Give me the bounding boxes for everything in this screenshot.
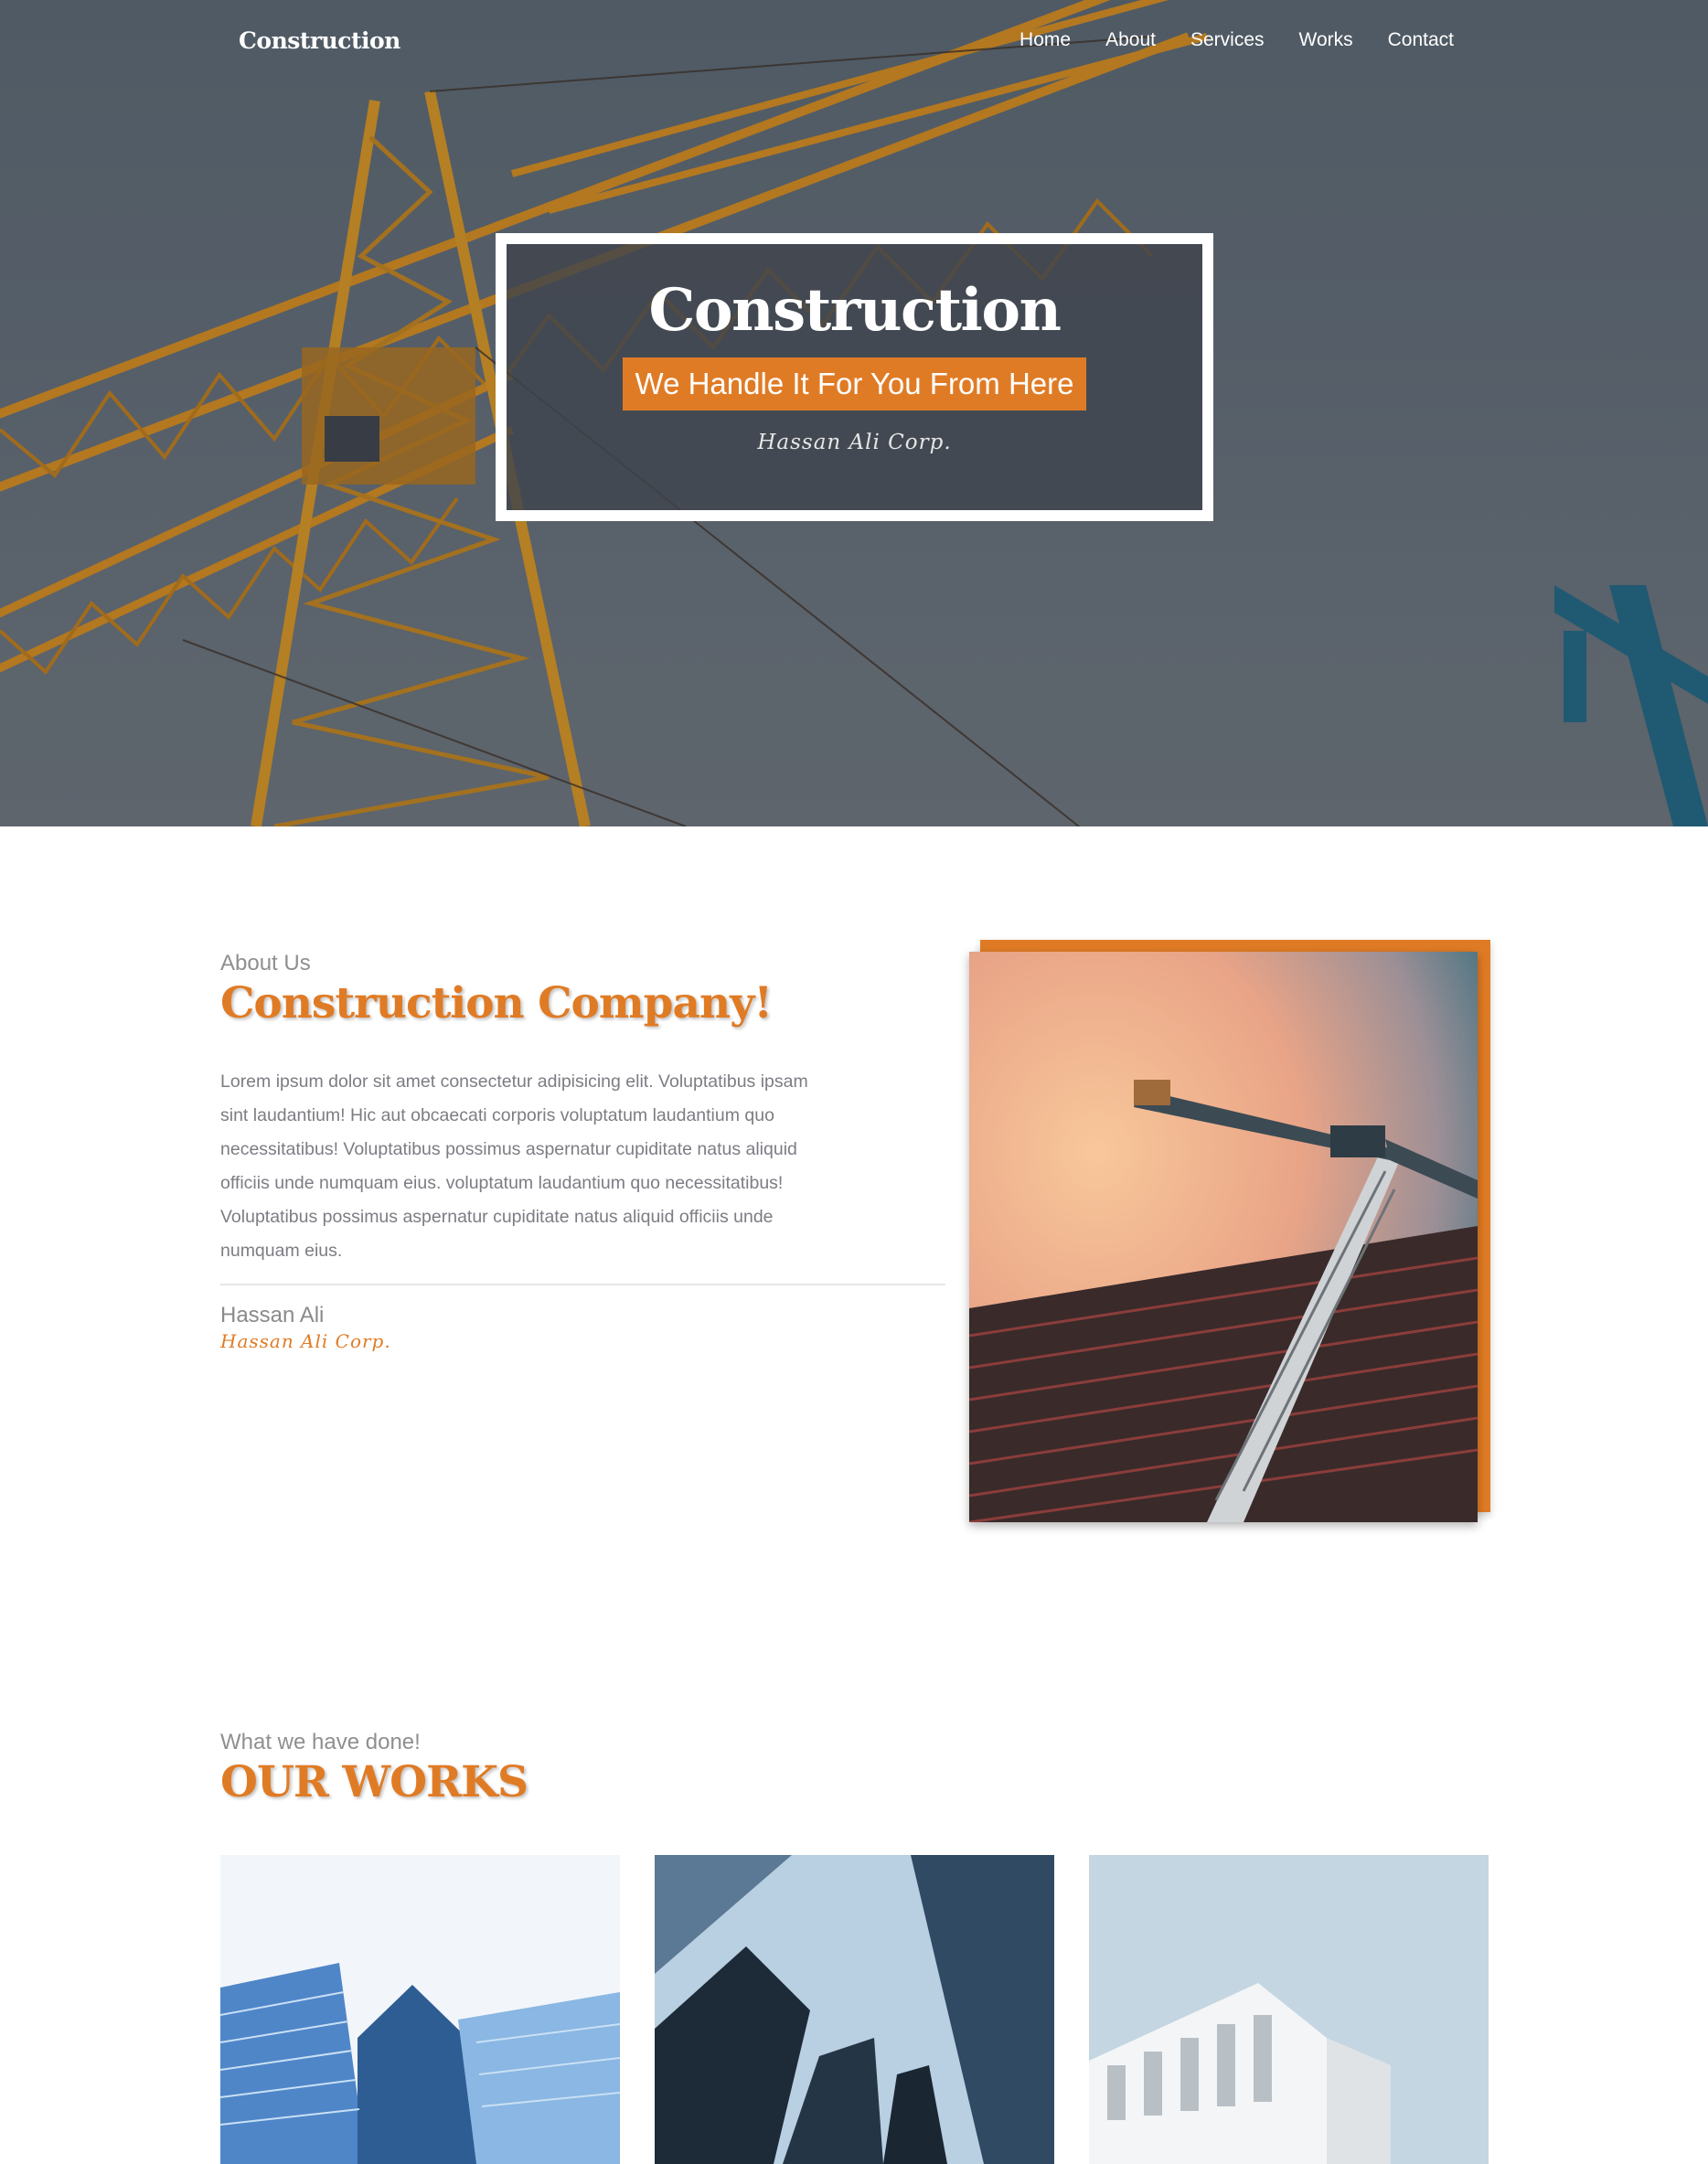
nav-link-services[interactable]: Services xyxy=(1190,29,1265,51)
about-divider xyxy=(220,1284,945,1285)
author-name: Hassan Ali xyxy=(220,1303,325,1327)
work-card-skyscrapers[interactable] xyxy=(655,1855,1054,2164)
hero-title-box: Construction We Handle It For You From H… xyxy=(496,233,1213,521)
about-body-text: Lorem ipsum dolor sit amet consectetur a… xyxy=(220,1071,808,1261)
about-heading: Construction Company! xyxy=(220,978,773,1029)
nav-links: Home About Services Works Contact xyxy=(1019,29,1454,51)
hero-title: Construction xyxy=(648,276,1062,345)
work-card-white-building[interactable] xyxy=(1089,1855,1489,2164)
hero-section: Construction Home About Services Works C… xyxy=(0,0,1708,826)
nav-link-works[interactable]: Works xyxy=(1299,29,1353,51)
author-signature: Hassan Ali Corp. xyxy=(220,1330,391,1352)
about-crane-photo xyxy=(969,952,1478,1522)
nav-link-home[interactable]: Home xyxy=(1019,29,1071,51)
brand-logo[interactable]: Construction xyxy=(239,27,400,54)
hero-signature: Hassan Ali Corp. xyxy=(757,431,952,455)
nav-link-contact[interactable]: Contact xyxy=(1388,29,1454,51)
about-section: About Us Construction Company! Lorem ips… xyxy=(0,826,1708,1649)
works-heading: OUR WORKS xyxy=(220,1757,528,1807)
hero-tagline: We Handle It For You From Here xyxy=(622,357,1087,411)
works-eyebrow: What we have done! xyxy=(220,1730,421,1754)
about-eyebrow: About Us xyxy=(220,951,311,975)
works-section: What we have done! OUR WORKS xyxy=(0,1649,1708,2164)
about-photo-frame xyxy=(969,940,1490,1522)
work-card-glass-tower[interactable] xyxy=(220,1855,620,2164)
top-navigation: Construction Home About Services Works C… xyxy=(0,0,1708,84)
nav-link-about[interactable]: About xyxy=(1105,29,1156,51)
works-grid xyxy=(220,1855,1489,2164)
